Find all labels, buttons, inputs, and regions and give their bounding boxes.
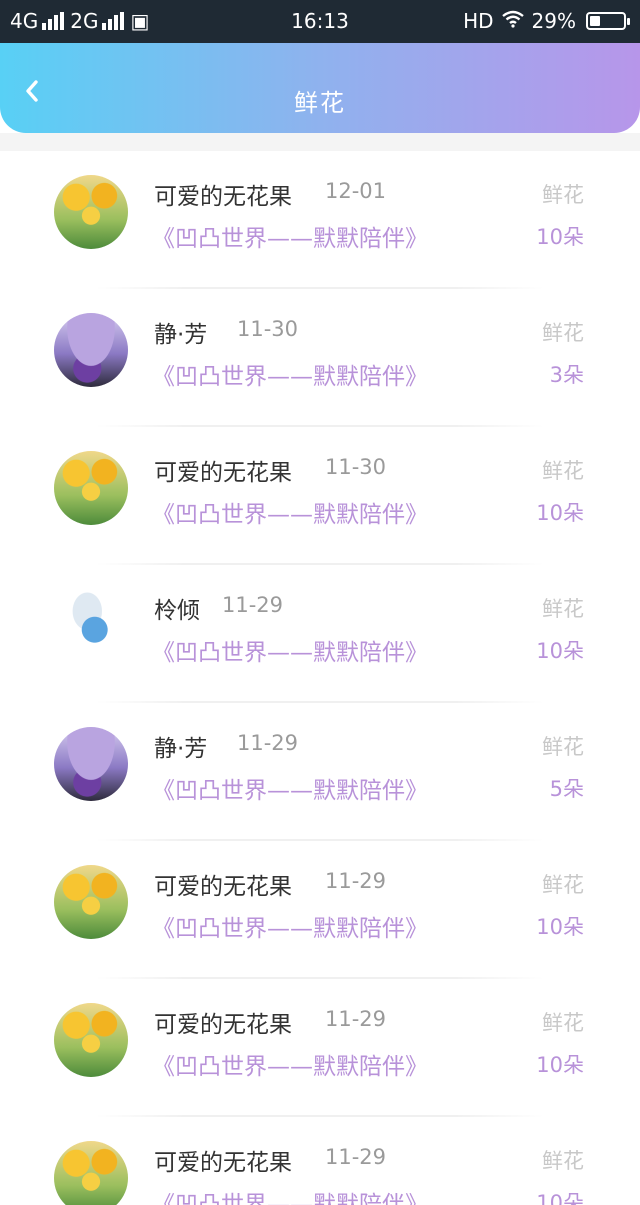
avatar[interactable] (54, 727, 128, 801)
send-date: 11-29 (325, 1145, 387, 1169)
list-item[interactable]: 柃倾 11-29 《凹凸世界——默默陪伴》 鲜花 10朵 (0, 565, 640, 703)
list-item[interactable]: 可爱的无花果 11-29 《凹凸世界——默默陪伴》 鲜花 10朵 (0, 841, 640, 979)
send-date: 11-30 (325, 455, 387, 479)
avatar[interactable] (54, 1003, 128, 1077)
avatar[interactable] (54, 175, 128, 249)
sender-name: 可爱的无花果 (154, 460, 292, 486)
gift-count: 3朵 (549, 363, 584, 387)
gift-type: 鲜花 (542, 1149, 584, 1173)
status-bar: 4G 2G ▣ 16:13 HD 29% (0, 0, 640, 43)
gift-type: 鲜花 (542, 183, 584, 207)
send-date: 11-29 (222, 593, 284, 617)
gift-type: 鲜花 (542, 597, 584, 621)
gift-count: 5朵 (549, 777, 584, 801)
list-item[interactable]: 静·芳 11-29 《凹凸世界——默默陪伴》 鲜花 5朵 (0, 703, 640, 841)
gift-type: 鲜花 (542, 321, 584, 345)
send-date: 11-29 (325, 869, 387, 893)
send-date: 11-29 (325, 1007, 387, 1031)
sender-name: 可爱的无花果 (154, 184, 292, 210)
gift-count: 10朵 (536, 1053, 584, 1077)
battery-percent: 29% (531, 9, 576, 33)
gift-type: 鲜花 (542, 735, 584, 759)
sender-name: 静·芳 (154, 736, 208, 762)
gift-count: 10朵 (536, 639, 584, 663)
status-right: HD 29% (455, 9, 630, 33)
list-item[interactable]: 可爱的无花果 12-01 《凹凸世界——默默陪伴》 鲜花 10朵 (0, 151, 640, 289)
gift-count: 10朵 (536, 225, 584, 249)
send-date: 12-01 (325, 179, 387, 203)
list-item[interactable]: 静·芳 11-30 《凹凸世界——默默陪伴》 鲜花 3朵 (0, 289, 640, 427)
avatar[interactable] (54, 1141, 128, 1205)
gift-count: 10朵 (536, 1191, 584, 1205)
avatar[interactable] (54, 313, 128, 387)
list-item[interactable]: 可爱的无花果 11-29 《凹凸世界——默默陪伴》 鲜花 10朵 (0, 979, 640, 1117)
gift-count: 10朵 (536, 915, 584, 939)
gift-type: 鲜花 (542, 459, 584, 483)
room-title: 《凹凸世界——默默陪伴》 (152, 916, 428, 942)
room-title: 《凹凸世界——默默陪伴》 (152, 502, 428, 528)
sender-name: 可爱的无花果 (154, 1150, 292, 1176)
list-item[interactable]: 可爱的无花果 11-29 《凹凸世界——默默陪伴》 鲜花 10朵 (0, 1117, 640, 1205)
send-date: 11-29 (237, 731, 299, 755)
gift-type: 鲜花 (542, 1011, 584, 1035)
gift-count: 10朵 (536, 501, 584, 525)
hd-label: HD (463, 9, 494, 33)
gift-type: 鲜花 (542, 873, 584, 897)
room-title: 《凹凸世界——默默陪伴》 (152, 1054, 428, 1080)
battery-icon (586, 12, 630, 30)
room-title: 《凹凸世界——默默陪伴》 (152, 640, 428, 666)
avatar[interactable] (54, 589, 128, 663)
page-title: 鲜花 (294, 89, 346, 117)
flower-record-list[interactable]: 可爱的无花果 12-01 《凹凸世界——默默陪伴》 鲜花 10朵 静·芳 11-… (0, 151, 640, 1205)
room-title: 《凹凸世界——默默陪伴》 (152, 364, 428, 390)
wifi-icon (501, 9, 524, 33)
sender-name: 可爱的无花果 (154, 1012, 292, 1038)
avatar[interactable] (54, 865, 128, 939)
sender-name: 静·芳 (154, 322, 208, 348)
room-title: 《凹凸世界——默默陪伴》 (152, 778, 428, 804)
send-date: 11-30 (237, 317, 299, 341)
avatar[interactable] (54, 451, 128, 525)
sender-name: 可爱的无花果 (154, 874, 292, 900)
room-title: 《凹凸世界——默默陪伴》 (152, 226, 428, 252)
section-gap (0, 133, 640, 151)
sender-name: 柃倾 (154, 598, 200, 624)
list-item[interactable]: 可爱的无花果 11-30 《凹凸世界——默默陪伴》 鲜花 10朵 (0, 427, 640, 565)
app-header: 鲜花 (0, 43, 640, 133)
room-title: 《凹凸世界——默默陪伴》 (152, 1192, 428, 1205)
